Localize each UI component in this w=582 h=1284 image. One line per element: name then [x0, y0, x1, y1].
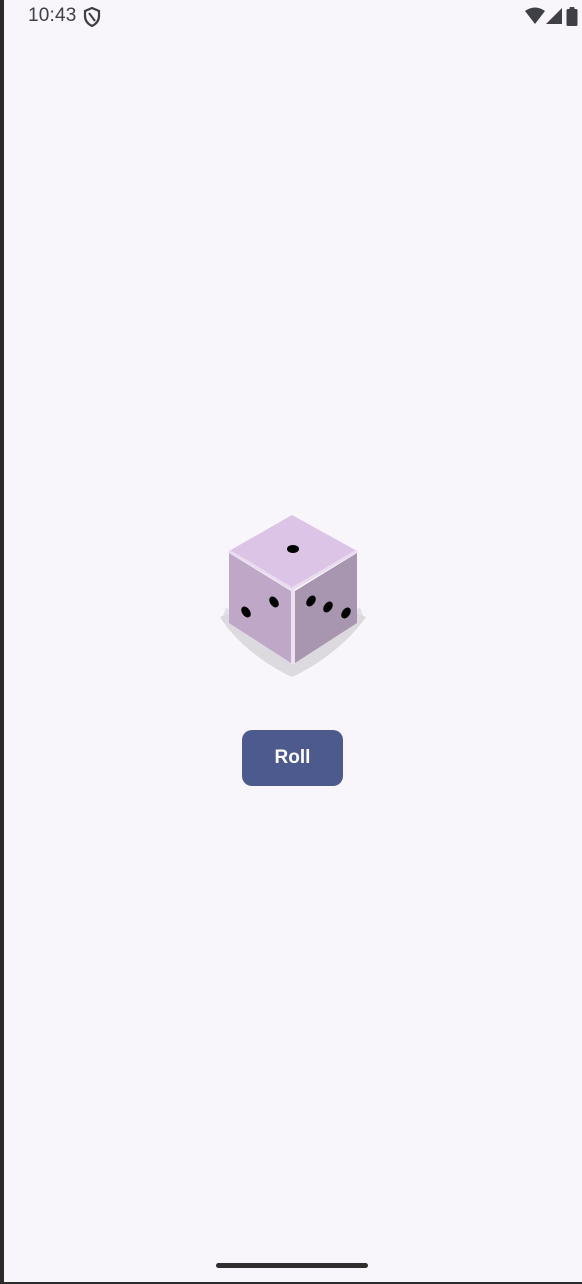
status-bar: 10:43: [4, 0, 582, 34]
gesture-nav-handle[interactable]: [216, 1263, 368, 1268]
dice-pip: [287, 545, 299, 553]
dice-icon: [220, 515, 366, 677]
app-screen: 10:43 Roll: [4, 0, 582, 1282]
status-time: 10:43: [28, 5, 77, 26]
wifi-icon: [524, 7, 546, 30]
roll-button[interactable]: Roll: [242, 730, 343, 786]
dice-image: [216, 513, 372, 681]
battery-icon: [566, 7, 578, 31]
shield-icon: [83, 6, 101, 32]
signal-icon: [545, 7, 563, 30]
